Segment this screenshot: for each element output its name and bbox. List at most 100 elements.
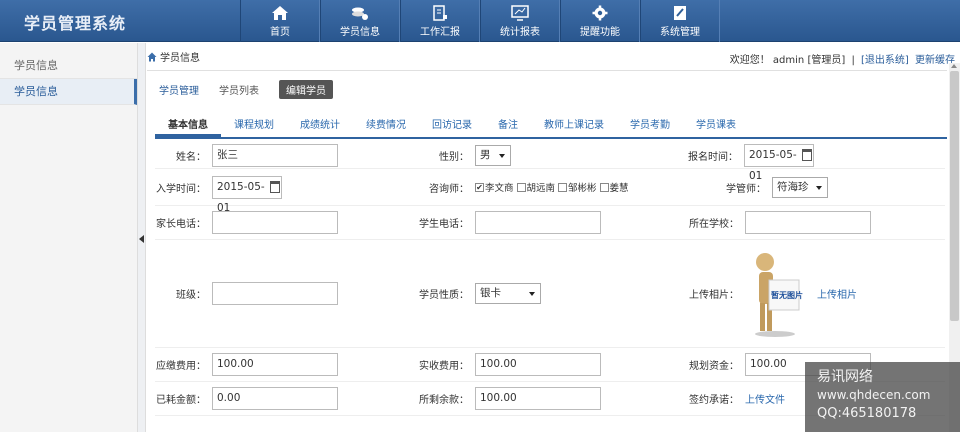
scroll-up-arrow-icon[interactable] bbox=[951, 64, 957, 68]
logout-link[interactable]: [退出系统] bbox=[861, 55, 909, 66]
sidebar: 学员信息 学员信息 bbox=[0, 43, 138, 432]
upload-photo-link[interactable]: 上传相片 bbox=[817, 286, 857, 301]
remain-input[interactable]: 100.00 bbox=[475, 387, 601, 410]
advisor-checkbox[interactable]: ✔ 李文商 bbox=[475, 180, 514, 194]
reg-date-label: 报名时间： bbox=[688, 152, 738, 163]
parent-phone-label: 家长电话： bbox=[156, 219, 206, 230]
nav-label: 学员信息 bbox=[340, 26, 380, 38]
advisor-checkbox[interactable]: 胡远南 bbox=[516, 180, 556, 194]
nav-stats[interactable]: 统计报表 bbox=[480, 0, 560, 42]
gender-label: 性别： bbox=[439, 152, 469, 163]
breadcrumb-label: 学员信息 bbox=[160, 53, 200, 64]
collapse-arrow-icon bbox=[139, 235, 144, 243]
calendar-icon[interactable] bbox=[802, 149, 812, 161]
photo-placeholder: 暂无图片 bbox=[745, 248, 803, 340]
manager-value: 符海珍 bbox=[777, 180, 809, 193]
advisor-checkbox[interactable]: 姜慧 bbox=[599, 180, 629, 194]
advisor-name: 姜慧 bbox=[609, 183, 629, 194]
tab-attendance[interactable]: 学员考勤 bbox=[617, 115, 683, 137]
subtab-student-list[interactable]: 学员列表 bbox=[219, 82, 259, 97]
subtab-bar: 学员管理 学员列表 编辑学员 bbox=[159, 80, 353, 99]
advisor-label: 咨询师： bbox=[429, 183, 469, 195]
nav-home[interactable]: 首页 bbox=[240, 0, 320, 42]
tab-bar: 基本信息 课程规划 成绩统计 续费情况 回访记录 备注 教师上课记录 学员考勤 … bbox=[155, 115, 947, 139]
paid-fee-input[interactable]: 100.00 bbox=[475, 353, 601, 376]
manager-select[interactable]: 符海珍 bbox=[772, 176, 828, 198]
name-label: 姓名： bbox=[176, 152, 206, 163]
enroll-date-label: 入学时间： bbox=[156, 183, 206, 195]
calendar-icon[interactable] bbox=[270, 180, 280, 193]
nav-label: 系统管理 bbox=[660, 26, 700, 38]
tab-notes[interactable]: 备注 bbox=[485, 115, 531, 137]
contract-label: 签约承诺： bbox=[689, 395, 739, 406]
tab-visit-records[interactable]: 回访记录 bbox=[419, 115, 485, 137]
parent-phone-input[interactable] bbox=[212, 211, 338, 234]
sidebar-item-student-info-header[interactable]: 学员信息 bbox=[0, 53, 137, 79]
upload-file-link[interactable]: 上传文件 bbox=[745, 391, 785, 406]
checkbox-box[interactable] bbox=[558, 182, 568, 192]
advisor-checkbox-group: ✔ 李文商 胡远南 邹彬彬 姜慧 bbox=[475, 180, 633, 194]
tab-grades[interactable]: 成绩统计 bbox=[287, 115, 353, 137]
monitor-chart-icon bbox=[511, 4, 529, 21]
nature-value: 银卡 bbox=[480, 287, 501, 299]
watermark-line: QQ:465180178 bbox=[817, 406, 917, 421]
form-row: 姓名： 张三 性别： 男 报名时间： 2015-05-01 bbox=[155, 143, 945, 182]
nav-work-report[interactable]: 工作汇报 bbox=[400, 0, 480, 42]
photo-label: 上传相片： bbox=[689, 290, 739, 301]
tab-renewal[interactable]: 续费情况 bbox=[353, 115, 419, 137]
checkbox-box[interactable] bbox=[599, 182, 609, 192]
paid-fee-label: 实收费用： bbox=[419, 361, 469, 372]
remain-label: 所剩余款： bbox=[419, 395, 469, 406]
advisor-name: 胡远南 bbox=[526, 183, 556, 194]
separator: | bbox=[851, 55, 855, 66]
welcome-text: 欢迎您！ admin [管理员] bbox=[729, 55, 846, 66]
spent-input[interactable]: 0.00 bbox=[212, 387, 338, 410]
main-nav: 首页 学员信息 工作汇报 统计报表 提醒功能 系统管理 bbox=[240, 0, 720, 42]
watermark: 易讯网络 www.qhdecen.com QQ:465180178 bbox=[805, 362, 960, 432]
plan-fund-label: 规划资金： bbox=[689, 361, 739, 372]
nav-reminder[interactable]: 提醒功能 bbox=[560, 0, 640, 42]
tab-teacher-records[interactable]: 教师上课记录 bbox=[531, 115, 617, 137]
gender-select[interactable]: 男 bbox=[475, 145, 511, 166]
due-fee-label: 应缴费用： bbox=[156, 361, 206, 372]
sidebar-collapse-toggle[interactable] bbox=[138, 43, 146, 432]
due-fee-input[interactable]: 100.00 bbox=[212, 353, 338, 376]
school-label: 所在学校： bbox=[689, 219, 739, 230]
nav-student-info[interactable]: 学员信息 bbox=[320, 0, 400, 42]
nature-label: 学员性质： bbox=[419, 290, 469, 301]
enroll-date-input[interactable]: 2015-05-01 bbox=[212, 175, 282, 214]
name-input[interactable]: 张三 bbox=[212, 144, 338, 167]
home-icon bbox=[272, 5, 288, 20]
student-phone-input[interactable] bbox=[475, 211, 601, 234]
sidebar-item-student-info[interactable]: 学员信息 bbox=[0, 79, 137, 105]
chevron-down-icon bbox=[529, 292, 535, 296]
nav-label: 首页 bbox=[270, 26, 290, 38]
checkbox-box[interactable] bbox=[516, 182, 526, 192]
class-input[interactable] bbox=[212, 282, 338, 305]
subtab-student-manage[interactable]: 学员管理 bbox=[159, 82, 199, 97]
subtab-edit-student[interactable]: 编辑学员 bbox=[279, 80, 333, 99]
nav-system[interactable]: 系统管理 bbox=[640, 0, 720, 42]
class-label: 班级： bbox=[176, 290, 206, 301]
spent-label: 已耗金额： bbox=[156, 395, 206, 406]
user-info: 欢迎您！ admin [管理员] | [退出系统] 更新缓存 bbox=[730, 51, 955, 66]
edit-icon bbox=[674, 5, 686, 20]
watermark-line: www.qhdecen.com bbox=[817, 388, 931, 402]
scrollbar-thumb[interactable] bbox=[950, 71, 959, 321]
nature-select[interactable]: 银卡 bbox=[475, 283, 541, 304]
advisor-checkbox[interactable]: 邹彬彬 bbox=[558, 180, 597, 194]
nav-label: 统计报表 bbox=[500, 26, 540, 38]
tab-basic-info[interactable]: 基本信息 bbox=[155, 115, 221, 137]
reg-date-input[interactable]: 2015-05-01 bbox=[744, 144, 814, 182]
student-phone-label: 学生电话： bbox=[419, 219, 469, 230]
app-title: 学员管理系统 bbox=[24, 14, 127, 33]
checkbox-box[interactable]: ✔ bbox=[475, 182, 484, 192]
nav-label: 提醒功能 bbox=[580, 26, 620, 38]
form-row: 班级： 学员性质： 银卡 上传相片： 暂无图片 上传相片 bbox=[155, 240, 945, 348]
advisor-name: 邹彬彬 bbox=[568, 183, 597, 194]
watermark-line: 易讯网络 bbox=[817, 369, 873, 385]
school-input[interactable] bbox=[745, 211, 871, 234]
top-bar: 学员管理系统 首页 学员信息 工作汇报 统计报表 提醒功能 系统管理 bbox=[0, 0, 960, 42]
tab-course-plan[interactable]: 课程规划 bbox=[221, 115, 287, 137]
tab-schedule[interactable]: 学员课表 bbox=[683, 115, 749, 137]
